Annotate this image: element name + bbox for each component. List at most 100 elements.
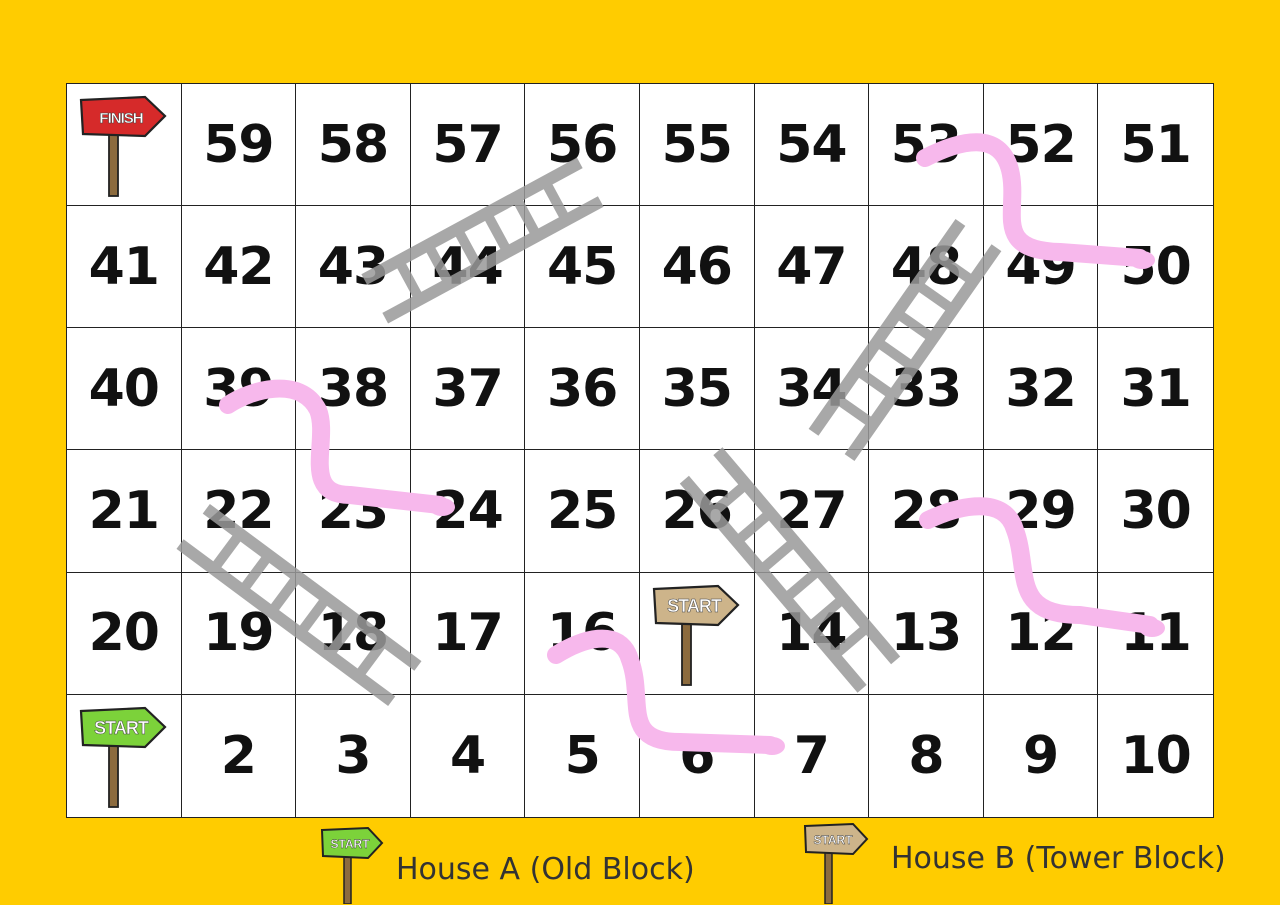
board-cell-22: 22 <box>181 450 297 573</box>
cell-number: 18 <box>317 603 389 664</box>
game-board: FINISH 59 58 57 56 55 54 53 52 51 41 42 43 44 45 46 47 48… <box>66 83 1214 818</box>
board-cell-sign: START <box>639 572 755 695</box>
cell-number: 44 <box>432 236 503 297</box>
board-cell-30: 30 <box>1098 450 1213 573</box>
cell-number: 40 <box>88 358 160 419</box>
board-cell-46: 46 <box>639 206 755 329</box>
cell-number: 17 <box>432 603 503 664</box>
cell-number: 11 <box>1120 603 1192 664</box>
board-cell-44: 44 <box>410 206 526 329</box>
legend-sign-b: START <box>803 822 869 904</box>
cell-number: 16 <box>547 603 618 664</box>
board-cell-42: 42 <box>181 206 297 329</box>
cell-number: 59 <box>203 114 274 175</box>
board-cell-26: 26 <box>639 450 755 573</box>
cell-number: 32 <box>1005 358 1076 419</box>
cell-number: 14 <box>776 603 847 664</box>
cell-number: 37 <box>432 358 503 419</box>
start-sign-icon: START <box>79 705 169 822</box>
cell-number: 38 <box>317 358 389 419</box>
cell-number: 22 <box>203 481 274 542</box>
cell-number: 27 <box>776 481 847 542</box>
cell-number: 36 <box>547 358 618 419</box>
board-cell-55: 55 <box>639 84 755 207</box>
board-cell-13: 13 <box>869 572 984 695</box>
board-cell-52: 52 <box>983 84 1099 207</box>
cell-number: 56 <box>547 114 618 175</box>
start-sign-green-icon: START <box>320 826 384 904</box>
board-cell-19: 19 <box>181 572 297 695</box>
board-cell-51: 51 <box>1098 84 1213 207</box>
cell-number: 24 <box>432 481 503 542</box>
board-cell-35: 35 <box>639 328 755 451</box>
cell-number: 25 <box>547 481 618 542</box>
board-cell-39: 39 <box>181 328 297 451</box>
legend-label-house-b: House B (Tower Block) <box>891 840 1226 876</box>
legend-sign-a-text: START <box>330 837 370 851</box>
cell-number: 28 <box>890 481 962 542</box>
board-cell-57: 57 <box>410 84 526 207</box>
board-cell-5: 5 <box>525 694 640 817</box>
finish-sign-icon: FINISH <box>79 94 169 211</box>
cell-number: 9 <box>1023 725 1059 786</box>
board-cell-54: 54 <box>754 84 870 207</box>
board-cell-50: 50 <box>1098 206 1213 329</box>
cell-number: 49 <box>1005 236 1076 297</box>
cell-number: 34 <box>776 358 847 419</box>
board-cell-9: 9 <box>984 694 1099 817</box>
board-cell-40: 40 <box>67 328 182 451</box>
board-cell-11: 11 <box>1098 573 1213 695</box>
legend-sign-b-text: START <box>813 833 853 847</box>
board-cell-43: 43 <box>296 206 411 329</box>
board-cell-2: 2 <box>182 694 297 817</box>
cell-number: 52 <box>1005 114 1076 175</box>
cell-number: 4 <box>450 725 486 786</box>
cell-number: 2 <box>220 725 257 786</box>
cell-number: 29 <box>1005 481 1076 542</box>
cell-number: 55 <box>661 114 733 175</box>
cell-number: 47 <box>776 236 847 297</box>
board-cell-38: 38 <box>296 328 411 451</box>
sign-text: START <box>94 718 149 738</box>
board-cell-28: 28 <box>869 450 984 573</box>
board-cell-32: 32 <box>983 328 1099 451</box>
board-cell-10: 10 <box>1098 695 1213 817</box>
start-sign-icon: START <box>652 583 742 700</box>
cell-number: 6 <box>679 725 715 786</box>
board-cell-18: 18 <box>296 572 411 695</box>
board-cell-sign: START <box>67 694 182 817</box>
board-cell-37: 37 <box>410 328 526 451</box>
sign-text: FINISH <box>99 110 142 127</box>
cell-number: 54 <box>776 114 847 175</box>
board-cell-48: 48 <box>869 206 984 329</box>
board-cell-59: 59 <box>181 84 297 207</box>
cell-number: 50 <box>1120 236 1192 297</box>
board-cell-36: 36 <box>525 328 640 451</box>
board-cell-8: 8 <box>869 694 984 817</box>
board-cell-58: 58 <box>296 84 411 207</box>
board-cell-31: 31 <box>1098 328 1213 451</box>
board-cell-41: 41 <box>67 206 182 329</box>
board-cell-47: 47 <box>754 206 870 329</box>
board-cell-12: 12 <box>983 572 1099 695</box>
cell-number: 20 <box>88 603 160 664</box>
legend-label-house-a: House A (Old Block) <box>396 851 695 887</box>
board-cell-34: 34 <box>754 328 870 451</box>
board-cell-sign: FINISH <box>67 84 182 207</box>
cell-number: 13 <box>890 603 962 664</box>
cell-number: 58 <box>317 114 389 175</box>
cell-number: 3 <box>335 725 371 786</box>
cell-number: 35 <box>661 358 733 419</box>
board-cell-27: 27 <box>754 450 870 573</box>
cell-number: 31 <box>1120 358 1192 419</box>
board-cell-24: 24 <box>410 450 526 573</box>
board-cell-33: 33 <box>869 328 984 451</box>
board-cell-23: 23 <box>296 450 411 573</box>
cell-number: 33 <box>890 358 962 419</box>
cell-number: 19 <box>203 603 274 664</box>
board-cell-29: 29 <box>983 450 1099 573</box>
cell-number: 26 <box>661 481 733 542</box>
board-cell-16: 16 <box>525 572 640 695</box>
cell-number: 46 <box>661 236 733 297</box>
cell-number: 51 <box>1120 114 1192 175</box>
